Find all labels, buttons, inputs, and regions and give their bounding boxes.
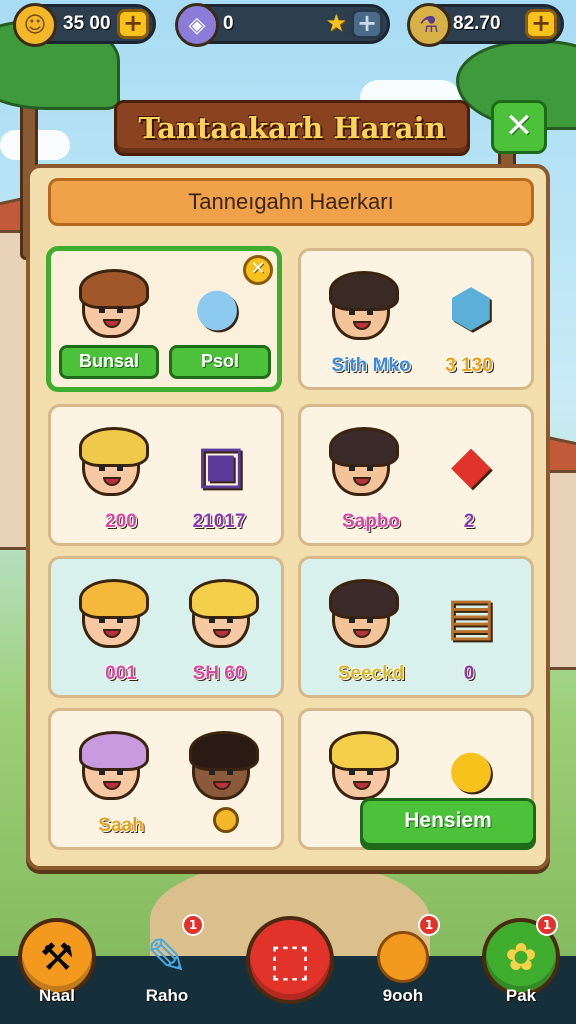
- card-4-left-label: Sapbo: [341, 511, 401, 532]
- nav-map-badge: 1: [182, 914, 204, 936]
- gem-counter: ◈ 0 ★ +: [175, 3, 390, 47]
- balloon-icon: ●: [194, 277, 240, 337]
- card-1-left-button[interactable]: Bunsal: [59, 345, 159, 379]
- remove-badge-icon[interactable]: ✕: [243, 255, 273, 285]
- coin-icon: [213, 807, 239, 833]
- character-card-2[interactable]: ⬢ Sith Mko 3 130: [298, 248, 534, 390]
- gem-value: 0: [223, 13, 234, 34]
- panel-subheader: Tanneıgahn Haerkarı: [48, 178, 534, 226]
- box-icon: ⬚: [246, 916, 334, 1004]
- card-2-right-label: 3 130: [445, 355, 493, 376]
- coin-value: 35 00: [63, 13, 111, 34]
- girl-avatar: [329, 579, 399, 648]
- dialog-panel: Tanneıgahn Haerkarı ● ✕ Bunsal Psol ⬢ Si…: [26, 164, 550, 870]
- girl-avatar: [79, 269, 149, 338]
- close-button[interactable]: ✕: [491, 100, 547, 154]
- dark-boy-avatar: [189, 731, 259, 800]
- card-6-right-label: 0: [463, 663, 475, 684]
- nav-shop-badge: 1: [418, 914, 440, 936]
- paint-brush-icon: ◆: [451, 435, 491, 495]
- pigtail-girl-avatar: [329, 731, 399, 800]
- character-card-4[interactable]: ◆ Sapbo 2: [298, 404, 534, 546]
- hammer-icon: ⚒: [18, 918, 96, 996]
- card-6-left-label: Seeckd: [337, 663, 405, 684]
- add-gems-button[interactable]: +: [351, 9, 383, 39]
- character-card-3[interactable]: ▣ 200 21017: [48, 404, 284, 546]
- dialog-title-bar: Tantaakarh Harain: [114, 100, 470, 156]
- confirm-button[interactable]: Hensiem: [360, 798, 536, 846]
- fruit-character-icon: ●: [448, 739, 494, 799]
- nav-pack[interactable]: ✿ 1 Pak: [476, 914, 566, 1006]
- card-4-right-label: 2: [463, 511, 475, 532]
- spellbook-icon: ▣: [196, 435, 246, 495]
- nav-shop-label: 9ooh: [382, 986, 424, 1005]
- add-coins-button[interactable]: +: [117, 9, 149, 39]
- nav-map-label: Raho: [145, 986, 189, 1005]
- card-7-left-label: Saah: [98, 815, 144, 836]
- card-5-right-label: SH 60: [192, 663, 246, 684]
- close-icon: ✕: [504, 106, 534, 146]
- treasure-map-icon: ▤: [446, 587, 496, 647]
- dialog-title: Tantaakarh Harain: [138, 111, 446, 145]
- gems-pile-icon: ⬢: [448, 279, 494, 339]
- gem-icon: ◈: [175, 3, 219, 47]
- pigtail-girl-avatar: [79, 579, 149, 648]
- bottom-nav: ⚒ Naal ✎ 1 Raho ⬚ 1 9ooh ✿ 1 Pak: [0, 914, 576, 1024]
- coin-icon: ☺: [13, 3, 57, 47]
- character-card-5[interactable]: 001 SH 60: [48, 556, 284, 698]
- nav-build[interactable]: ⚒ Naal: [12, 918, 102, 1006]
- card-2-left-label: Sith Mko: [331, 355, 411, 376]
- blond-boy-avatar: [189, 579, 259, 648]
- add-energy-button[interactable]: +: [525, 9, 557, 39]
- nav-build-label: Naal: [39, 986, 75, 1005]
- card-5-left-label: 001: [105, 663, 137, 684]
- nav-pack-badge: 1: [536, 914, 558, 936]
- coin-counter: ☺ 35 00 +: [13, 3, 156, 47]
- energy-value: 82.70: [453, 13, 501, 34]
- nav-box[interactable]: ⬚: [240, 916, 340, 1004]
- character-card-7[interactable]: Saah: [48, 708, 284, 850]
- nav-shop[interactable]: 1 9ooh: [358, 914, 448, 1006]
- nav-pack-label: Pak: [505, 986, 537, 1005]
- nav-map[interactable]: ✎ 1 Raho: [122, 914, 212, 1006]
- star-icon: ★: [325, 9, 347, 37]
- energy-counter: ⚗ 82.70 +: [407, 3, 564, 47]
- card-3-left-label: 200: [105, 511, 137, 532]
- card-3-right-label: 21017: [192, 511, 246, 532]
- potion-icon: ⚗: [407, 3, 451, 47]
- boy-avatar: [329, 427, 399, 496]
- cat-girl-avatar: [79, 427, 149, 496]
- character-card-1[interactable]: ● ✕ Bunsal Psol: [46, 246, 282, 392]
- purple-hair-girl-avatar: [79, 731, 149, 800]
- card-1-right-button[interactable]: Psol: [169, 345, 271, 379]
- character-card-6[interactable]: ▤ Seeckd 0: [298, 556, 534, 698]
- boy-avatar: [329, 271, 399, 340]
